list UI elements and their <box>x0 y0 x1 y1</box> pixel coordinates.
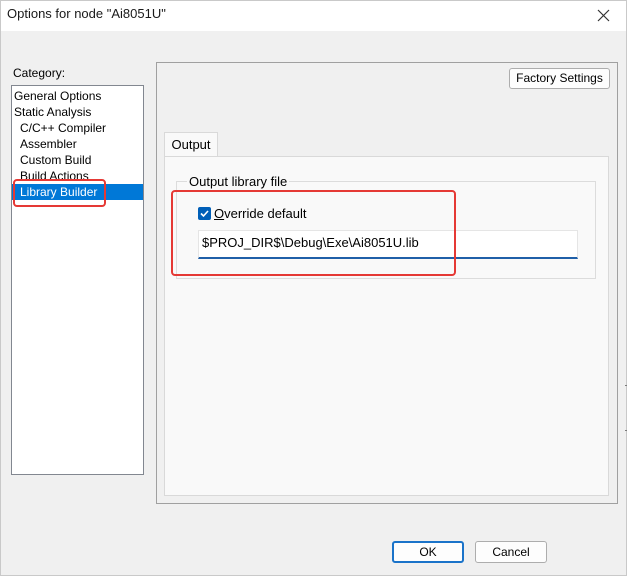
category-label: Category: <box>13 66 66 80</box>
output-path-input[interactable]: $PROJ_DIR$\Debug\Exe\Ai8051U.lib <box>198 230 578 259</box>
category-item-c-cpp-compiler[interactable]: C/C++ Compiler <box>12 120 143 136</box>
tab-output[interactable]: Output <box>164 132 218 156</box>
factory-settings-button[interactable]: Factory Settings <box>509 68 610 89</box>
category-item-library-builder[interactable]: Library Builder <box>12 184 143 200</box>
close-icon <box>597 9 610 22</box>
category-item-general-options[interactable]: General Options <box>12 88 143 104</box>
category-item-assembler[interactable]: Assembler <box>12 136 143 152</box>
title-bar: Options for node "Ai8051U" <box>1 1 626 31</box>
override-default-label[interactable]: Override default <box>214 206 307 221</box>
checkmark-icon <box>200 210 209 218</box>
category-item-build-actions[interactable]: Build Actions <box>12 168 143 184</box>
category-item-static-analysis[interactable]: Static Analysis <box>12 104 143 120</box>
cancel-button[interactable]: Cancel <box>475 541 547 563</box>
group-title: Output library file <box>187 174 290 189</box>
close-button[interactable] <box>582 1 626 31</box>
window-title: Options for node "Ai8051U" <box>7 6 166 21</box>
options-dialog: Options for node "Ai8051U" Category: Gen… <box>0 0 627 576</box>
ok-button[interactable]: OK <box>392 541 464 563</box>
category-list[interactable]: General Options Static Analysis C/C++ Co… <box>11 85 144 475</box>
category-item-custom-build[interactable]: Custom Build <box>12 152 143 168</box>
override-default-checkbox[interactable] <box>198 207 211 220</box>
